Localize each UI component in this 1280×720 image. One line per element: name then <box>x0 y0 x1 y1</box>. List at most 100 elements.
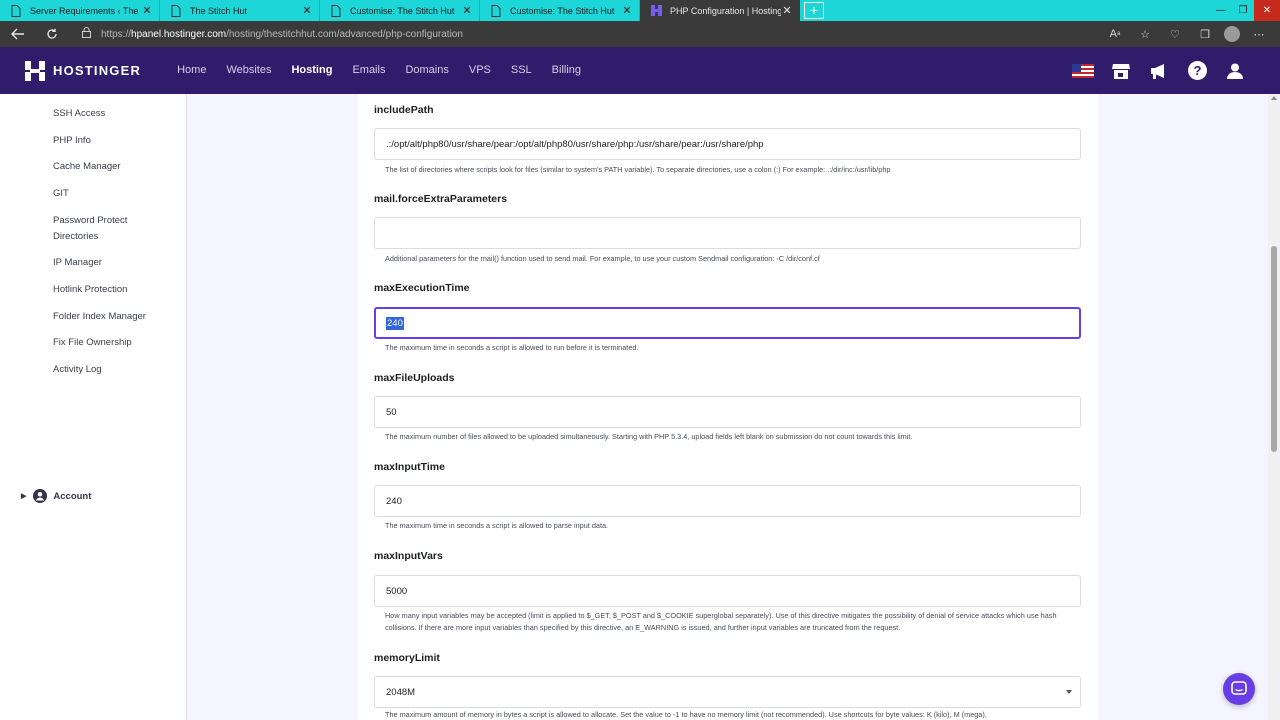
nav-websites[interactable]: Websites <box>216 47 281 94</box>
sidebar-item-php-info[interactable]: PHP Info <box>53 133 173 149</box>
close-tab-icon[interactable]: ✕ <box>301 4 313 17</box>
tab-title: Server Requirements ‹ The Stitch Hut <box>30 5 141 16</box>
svg-text:?: ? <box>1193 63 1201 78</box>
tab-title: Customise: The Stitch Hut <box>510 5 615 16</box>
address-bar[interactable]: https://hpanel.hostinger.com/hosting/the… <box>82 27 463 41</box>
back-icon[interactable] <box>4 21 32 47</box>
field-label-max-input-vars: maxInputVars <box>374 550 443 562</box>
sidebar-item-git[interactable]: GIT <box>53 186 173 202</box>
store-icon[interactable] <box>1110 60 1132 82</box>
memory-limit-select[interactable]: 2048M <box>374 676 1081 708</box>
browser-tab[interactable]: Customise: The Stitch Hut ✕ <box>320 0 480 21</box>
tab-title: The Stitch Hut <box>190 5 248 16</box>
sidebar-item-ssh-access[interactable]: SSH Access <box>53 106 173 122</box>
main-nav: Home Websites Hosting Emails Domains VPS… <box>167 47 591 94</box>
sidebar-item-hotlink-protection[interactable]: Hotlink Protection <box>53 282 173 298</box>
field-label-max-execution-time: maxExecutionTime <box>374 282 470 294</box>
close-tab-icon[interactable]: ✕ <box>141 4 153 17</box>
sidebar-item-cache-manager[interactable]: Cache Manager <box>53 159 173 175</box>
hostinger-logo[interactable]: HOSTINGER <box>25 60 142 81</box>
hostinger-header: HOSTINGER Home Websites Hosting Emails D… <box>0 47 1280 94</box>
nav-vps[interactable]: VPS <box>459 47 501 94</box>
close-tab-icon[interactable]: ✕ <box>621 4 633 17</box>
includepath-help: The list of directories where scripts lo… <box>385 165 891 174</box>
user-icon[interactable] <box>1224 60 1246 82</box>
browser-tab[interactable]: Server Requirements ‹ The Stitch Hut ✕ <box>0 0 160 21</box>
account-circle-icon <box>33 489 48 503</box>
url-host: hpanel.hostinger.com <box>131 28 227 40</box>
page-icon <box>490 4 502 17</box>
nav-hosting[interactable]: Hosting <box>281 47 342 94</box>
memory-limit-help: The maximum amount of memory in bytes a … <box>385 710 987 719</box>
browser-tab[interactable]: The Stitch Hut ✕ <box>160 0 320 21</box>
scroll-up-icon[interactable] <box>1271 96 1277 100</box>
sidebar-item-activity-log[interactable]: Activity Log <box>53 362 173 378</box>
read-aloud-icon[interactable]: Aa <box>1104 24 1126 44</box>
dropdown-arrow-icon <box>1066 690 1072 694</box>
sidebar: SSH Access PHP Info Cache Manager GIT Pa… <box>0 94 187 720</box>
field-label-max-file-uploads: maxFileUploads <box>374 372 455 384</box>
nav-domains[interactable]: Domains <box>395 47 458 94</box>
browser-tab-active[interactable]: PHP Configuration | Hostinger ✕ <box>640 0 800 21</box>
chat-icon <box>1231 681 1247 695</box>
url-scheme: https:// <box>101 28 132 40</box>
us-flag-icon[interactable] <box>1072 60 1094 82</box>
php-configuration-panel: includePath .:/opt/alt/php80/usr/share/p… <box>358 94 1098 720</box>
hostinger-favicon-icon <box>650 5 662 17</box>
close-tab-icon[interactable]: ✕ <box>461 4 473 17</box>
logo-text: HOSTINGER <box>53 63 142 78</box>
field-label-includepath: includePath <box>374 104 434 116</box>
sidebar-item-folder-index-manager[interactable]: Folder Index Manager <box>53 309 173 325</box>
close-tab-icon[interactable]: ✕ <box>781 4 793 17</box>
max-input-time-input[interactable]: 240 <box>374 485 1081 517</box>
header-actions: ? <box>1072 60 1280 82</box>
field-label-max-input-time: maxInputTime <box>374 461 445 473</box>
max-input-vars-input[interactable]: 5000 <box>374 575 1081 607</box>
more-options-icon[interactable]: ⋯ <box>1248 24 1270 44</box>
nav-emails[interactable]: Emails <box>342 47 395 94</box>
favorite-icon[interactable]: ☆ <box>1134 24 1156 44</box>
browser-tab[interactable]: Customise: The Stitch Hut ✕ <box>480 0 640 21</box>
browser-toolbar: https://hpanel.hostinger.com/hosting/the… <box>0 21 1280 47</box>
profile-avatar-icon[interactable] <box>1224 26 1240 42</box>
max-file-uploads-input[interactable]: 50 <box>374 396 1081 428</box>
max-input-time-help: The maximum time in seconds a script is … <box>385 521 609 530</box>
tab-title: PHP Configuration | Hostinger <box>670 5 781 16</box>
live-chat-button[interactable] <box>1223 673 1255 705</box>
megaphone-icon[interactable] <box>1148 60 1170 82</box>
sidebar-item-fix-file-ownership[interactable]: Fix File Ownership <box>53 335 173 351</box>
scrollbar-thumb[interactable] <box>1271 246 1277 452</box>
reload-icon[interactable] <box>38 21 66 47</box>
page-scrollbar[interactable] <box>1268 94 1280 720</box>
nav-billing[interactable]: Billing <box>542 47 591 94</box>
minimize-icon[interactable]: — <box>1210 0 1232 21</box>
sidebar-item-password-protect[interactable]: Password Protect Directories <box>53 213 143 245</box>
extensions-icon[interactable]: ♡ <box>1164 24 1186 44</box>
chevron-right-icon: ▶ <box>21 493 27 500</box>
url-path: /hosting/thestitchhut.com/advanced/php-c… <box>226 28 463 40</box>
new-tab-button[interactable]: + <box>804 2 824 19</box>
lock-icon <box>82 27 91 41</box>
field-label-mail-force-extra-parameters: mail.forceExtraParameters <box>374 193 508 205</box>
sidebar-account-label: Account <box>53 490 92 502</box>
tab-title: Customise: The Stitch Hut <box>350 5 455 16</box>
sidebar-item-ip-manager[interactable]: IP Manager <box>53 255 173 271</box>
max-execution-time-help: The maximum time in seconds a script is … <box>385 343 639 352</box>
field-label-memory-limit: memoryLimit <box>374 652 440 664</box>
mail-force-extra-parameters-help: Additional parameters for the mail() fun… <box>385 254 820 263</box>
sidebar-item-account[interactable]: ▶ Account <box>21 489 91 503</box>
nav-home[interactable]: Home <box>167 47 216 94</box>
browser-toolbar-icons: Aa ☆ ♡ ❒ ⋯ <box>1104 24 1280 44</box>
page-icon <box>10 4 22 17</box>
max-execution-time-input[interactable]: 240 <box>374 307 1081 339</box>
close-window-icon[interactable]: ✕ <box>1254 0 1280 21</box>
hostinger-logo-icon <box>25 60 45 81</box>
page-icon <box>170 4 182 17</box>
collections-icon[interactable]: ❒ <box>1194 24 1216 44</box>
max-input-vars-help: How many input variables may be accepted… <box>385 611 1057 632</box>
help-icon[interactable]: ? <box>1186 60 1208 82</box>
mail-force-extra-parameters-input[interactable] <box>374 217 1081 249</box>
restore-icon[interactable]: ❐ <box>1232 0 1254 21</box>
includepath-input[interactable]: .:/opt/alt/php80/usr/share/pear:/opt/alt… <box>374 128 1081 160</box>
nav-ssl[interactable]: SSL <box>501 47 542 94</box>
